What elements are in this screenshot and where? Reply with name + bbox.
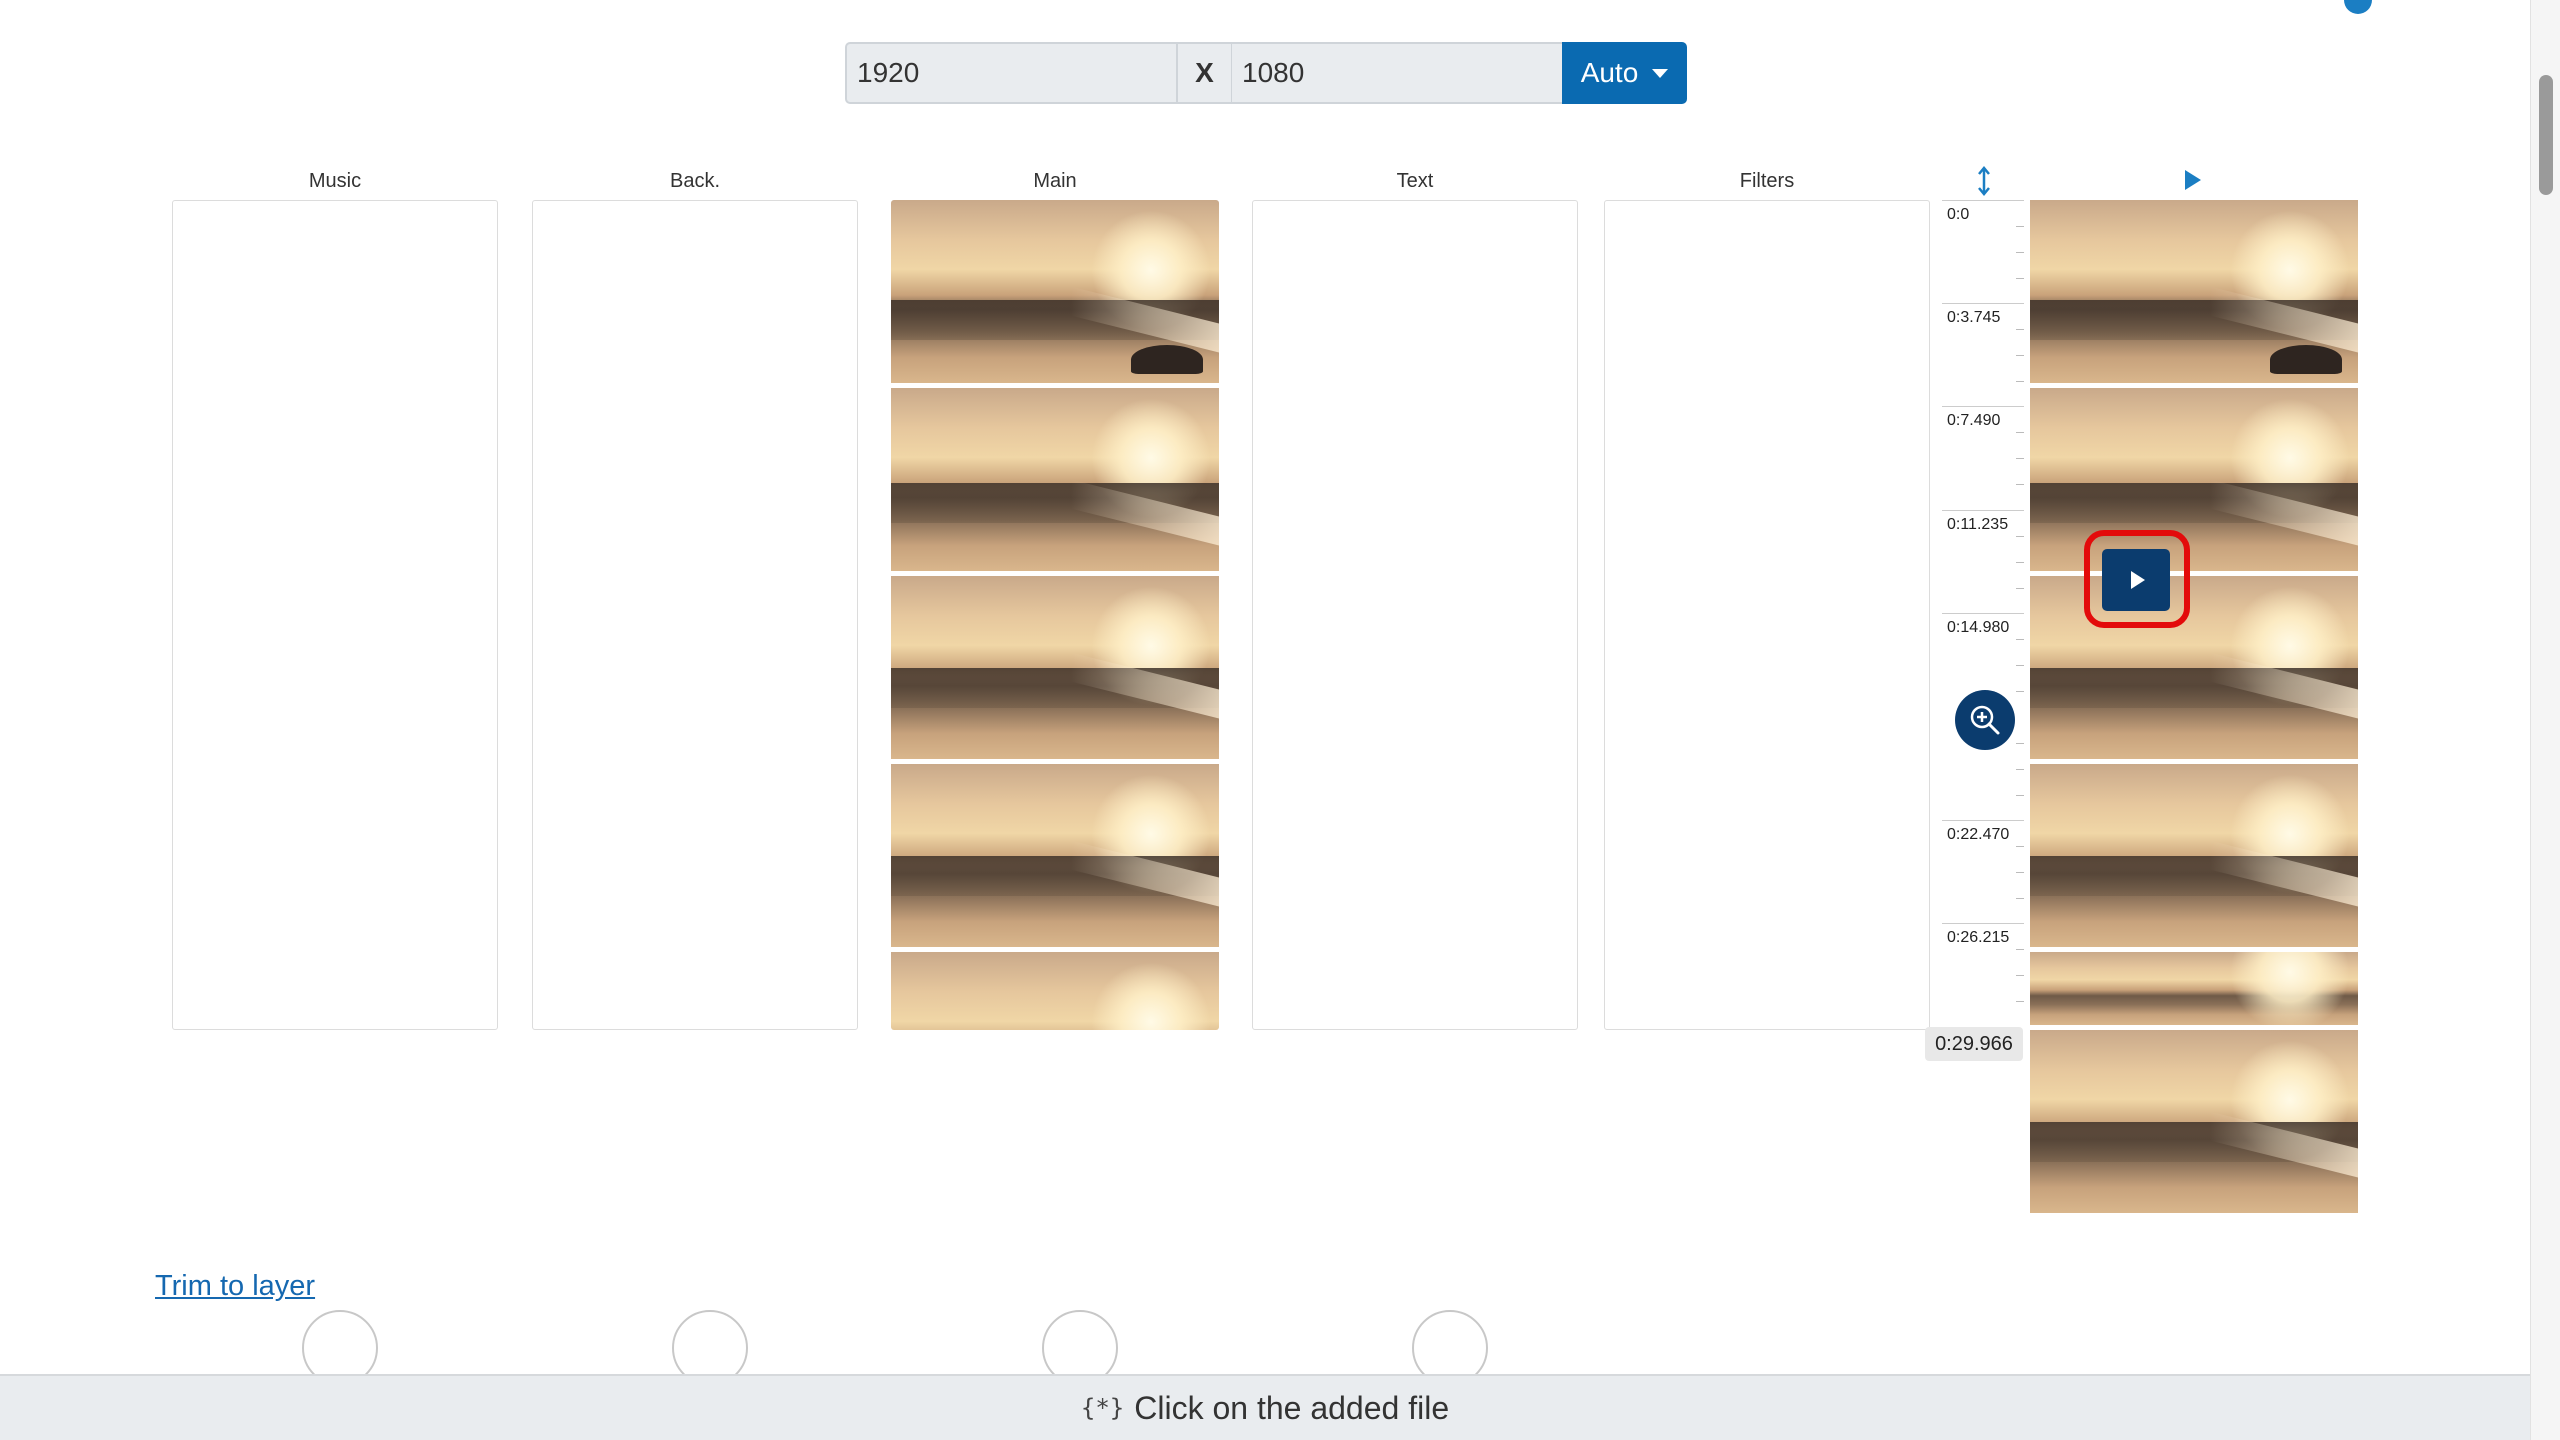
layer-filters[interactable] xyxy=(1604,200,1930,1030)
scrollbar-thumb[interactable] xyxy=(2539,75,2553,195)
width-input[interactable] xyxy=(845,42,1178,104)
main-clip-thumbnail[interactable] xyxy=(891,200,1219,383)
preview-thumbnail[interactable] xyxy=(2030,1030,2358,1213)
trim-to-layer-link[interactable]: Trim to layer xyxy=(155,1270,315,1303)
timeline-mark: 0:11.235 xyxy=(1947,516,2009,533)
resolution-bar: X Auto xyxy=(845,42,1687,104)
main-clip-thumbnail[interactable] xyxy=(891,576,1219,759)
timeline-mark: 0:22.470 xyxy=(1947,826,2010,843)
resolution-separator: X xyxy=(1178,42,1232,104)
play-icon[interactable] xyxy=(2185,170,2201,190)
notification-dot xyxy=(2344,0,2372,14)
page-scrollbar[interactable] xyxy=(2530,0,2560,1440)
timeline-ruler[interactable]: 0:0 0:3.745 0:7.490 0:11.235 0:14.980 0:… xyxy=(1942,200,2024,1050)
layer-label-back: Back. xyxy=(669,170,721,192)
timeline-mark: 0:14.980 xyxy=(1947,619,2010,636)
main-clip-thumbnail[interactable] xyxy=(891,388,1219,571)
auto-label: Auto xyxy=(1580,57,1639,88)
sparkle-brace-icon: {*} xyxy=(1080,1394,1125,1422)
layer-label-music: Music xyxy=(308,170,362,192)
height-input[interactable] xyxy=(1232,42,1562,104)
status-text: Click on the added file xyxy=(1134,1389,1450,1426)
layer-back[interactable] xyxy=(532,200,858,1030)
main-clip-thumbnail[interactable] xyxy=(891,764,1219,947)
preview-thumbnail[interactable] xyxy=(2030,200,2358,383)
layer-main[interactable] xyxy=(891,200,1219,1030)
timeline-mark: 0:26.215 xyxy=(1947,929,2010,946)
status-bar: {*} Click on the added file xyxy=(0,1374,2530,1440)
zoom-button[interactable] xyxy=(1955,690,2015,750)
preview-thumbnail[interactable] xyxy=(2030,388,2358,571)
preview-thumbnail[interactable] xyxy=(2030,764,2358,947)
layer-label-text: Text xyxy=(1396,170,1434,192)
layer-text[interactable] xyxy=(1252,200,1578,1030)
timeline-mark: 0:7.490 xyxy=(1947,412,2001,429)
main-clip-thumbnail[interactable] xyxy=(891,952,1219,1030)
vertical-resize-icon[interactable] xyxy=(1976,166,1992,196)
layer-music[interactable] xyxy=(172,200,498,1030)
layer-label-filters: Filters xyxy=(1739,170,1795,192)
highlight-ring xyxy=(2084,530,2190,628)
preview-thumbnail[interactable] xyxy=(2030,576,2358,759)
caret-down-icon xyxy=(1652,68,1669,78)
auto-dropdown-button[interactable]: Auto xyxy=(1562,42,1687,104)
zoom-in-icon xyxy=(1970,705,2000,735)
timeline-end-time: 0:29.966 xyxy=(1925,1027,2023,1061)
timeline-mark: 0:3.745 xyxy=(1947,309,2001,326)
timeline-mark: 0:0 xyxy=(1947,206,1970,223)
layer-label-main: Main xyxy=(1033,170,1077,192)
preview-thumbnail[interactable] xyxy=(2030,952,2358,1025)
